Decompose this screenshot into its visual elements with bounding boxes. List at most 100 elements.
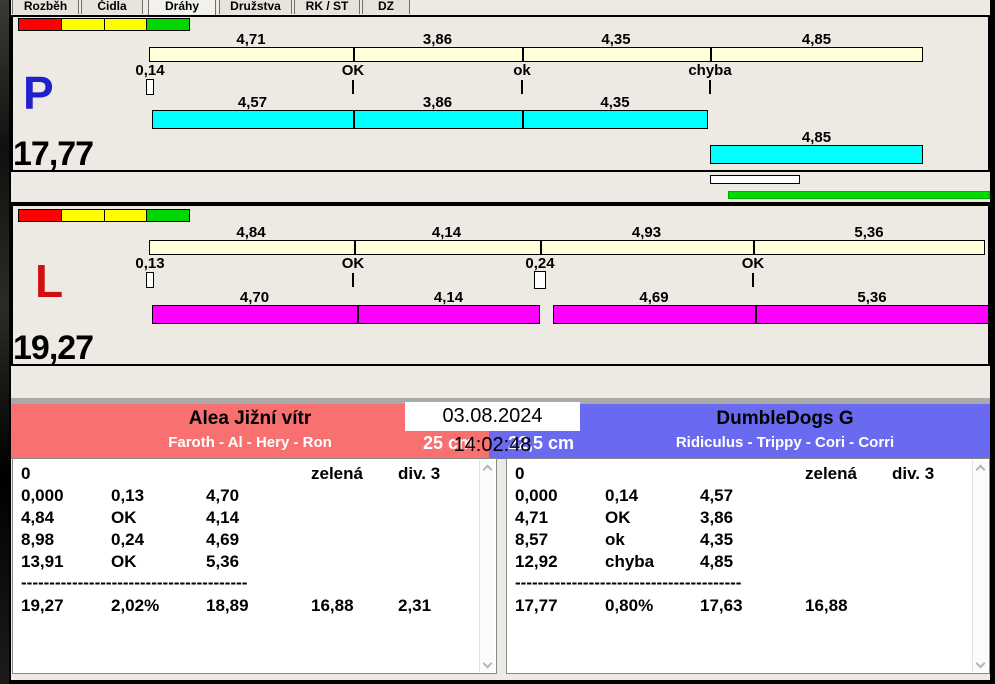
start-offset-box [146,79,154,95]
tab-rozbeh[interactable]: Rozběh [12,0,79,14]
tab-dz[interactable]: DZ [362,0,410,14]
start-offset-box [146,272,154,288]
run-segment [711,146,922,163]
run-segment [356,306,539,323]
split-time-label: 4,84 [236,224,266,241]
sensor-marker-label: ok [513,62,531,79]
run-bar-p-2 [710,145,923,164]
sensor-tick [352,80,354,94]
split-time-label: 4,14 [431,224,462,241]
results-table-left[interactable]: 0 zelená div. 3 0,000 0,13 4,70 4,84 OK … [12,458,497,674]
run-time-label: 3,86 [422,94,453,111]
plan-segment [353,241,541,254]
split-time-label: 5,36 [854,224,884,241]
traffic-light-l [18,209,190,222]
run-time-label: 4,85 [801,129,832,146]
scrollbar-up-arrow-icon[interactable] [976,464,984,472]
run-time-label: 4,35 [600,94,630,111]
lane-total-p: 17,77 [13,135,94,173]
progress-bar-green [728,191,990,199]
table-row: 0,000 0,14 4,57 [515,486,734,505]
plan-segment [150,48,354,61]
split-time-label: 4,85 [801,31,832,48]
scrollbar-up-arrow-icon[interactable] [483,464,491,472]
team-members: Ridiculus - Trippy - Cori - Corri [675,434,895,451]
traffic-yellow-cell [61,210,105,221]
traffic-green-cell [147,210,189,221]
sensor-marker-label: 0,24 [525,255,555,272]
traffic-yellow-cell [104,19,148,30]
split-time-label: 4,93 [631,224,662,241]
sensor-marker-label: 0,13 [135,255,165,272]
datetime-display: 03.08.2024 14:02:48 [405,402,580,456]
split-time-label: 4,35 [601,31,631,48]
traffic-green-cell [147,19,189,30]
app-canvas: Rozběh Čidla Dráhy Družstva RK / ST DZ 4… [0,0,995,684]
split-time-label: 3,86 [422,31,453,48]
run-bar-l-1 [152,305,540,324]
table-row: 8,57 ok 4,35 [515,530,734,549]
scrollbar-down-arrow-icon[interactable] [483,660,491,668]
traffic-red-cell [19,210,62,221]
run-time-label: 4,57 [237,94,268,111]
sensor-marker-label: OK [341,255,365,272]
run-segment [353,111,522,128]
run-time-label: 4,70 [239,289,270,306]
tab-rk-st[interactable]: RK / ST [294,0,360,14]
progress-marker-box [710,175,800,184]
plan-segment [540,241,753,254]
table-row: 12,92 chyba 4,85 [515,552,734,571]
sensor-tick [752,273,754,287]
cell: zelená [805,464,857,483]
lane-total-l: 19,27 [13,329,94,367]
scrollbar-down-arrow-icon[interactable] [976,660,984,668]
start-offset-box [534,271,546,289]
table-row: 0,000 0,13 4,70 [21,486,240,505]
run-segment [521,111,707,128]
cell: div. 3 [398,464,441,483]
results-table-content: 0 zelená div. 3 0,000 0,13 4,70 4,84 OK … [13,463,479,619]
scrollbar[interactable] [972,460,988,672]
table-row: 13,91 OK 5,36 [21,552,240,571]
run-time-label: 4,69 [639,289,669,306]
run-time-label: 4,14 [433,289,464,306]
sensor-marker-label: 0,14 [135,62,165,79]
traffic-yellow-cell [61,19,105,30]
sensor-marker-label: OK [741,255,765,272]
run-bar-l-2 [553,305,989,324]
tab-druzstva[interactable]: Družstva [219,0,292,14]
table-row: 8,98 0,24 4,69 [21,530,240,549]
timing-app-window: Rozběh Čidla Dráhy Družstva RK / ST DZ 4… [9,0,995,684]
cell: div. 3 [892,464,935,483]
lane-letter-l: L [35,255,64,307]
table-row: 4,71 OK 3,86 [515,508,734,527]
dashed-separator: ---------------------------------------- [21,573,248,592]
tab-drahy[interactable]: Dráhy [148,0,216,15]
plan-segment [709,48,922,61]
cell: zelená [311,464,363,483]
results-table-right[interactable]: 0 zelená div. 3 0,000 0,14 4,57 4,71 OK … [506,458,990,674]
tab-cidla[interactable]: Čidla [81,0,143,14]
traffic-red-cell [19,19,62,30]
run-segment [755,306,988,323]
summary-row: 17,77 0,80% 17,63 16,88 [515,596,848,615]
scrollbar[interactable] [479,460,495,672]
plan-segment [353,48,523,61]
run-segment [153,111,354,128]
plan-segment [150,241,354,254]
sensor-tick [521,80,523,94]
sensor-marker-label: chyba [688,62,732,79]
sensor-tick [709,80,711,94]
summary-row: 19,27 2,02% 18,89 16,88 2,31 [21,596,432,615]
cell: 0 [515,464,525,483]
run-time-label: 5,36 [857,289,887,306]
team-name: DumbleDogs G [716,408,854,429]
plan-segment [522,48,710,61]
plan-bar-p [149,47,923,62]
results-table-content: 0 zelená div. 3 0,000 0,14 4,57 4,71 OK … [507,463,972,619]
plan-segment [752,241,984,254]
run-segment [153,306,357,323]
run-bar-p-1 [152,110,708,129]
cell: 0 [21,464,31,483]
traffic-light-p [18,18,190,31]
